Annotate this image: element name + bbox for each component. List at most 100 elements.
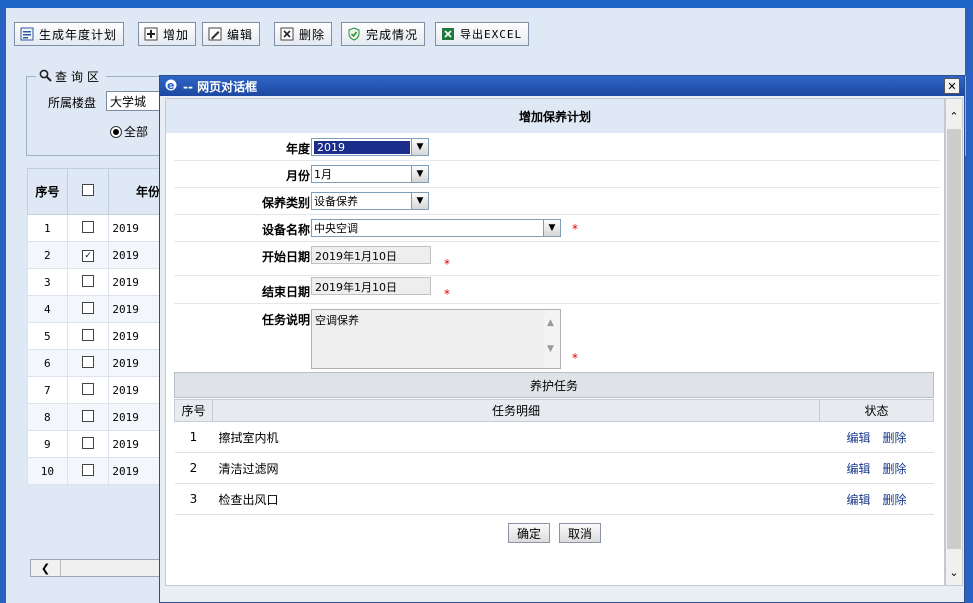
- scroll-thumb[interactable]: [947, 129, 961, 549]
- row-checkbox[interactable]: [82, 409, 94, 422]
- table-row[interactable]: 4 2019: [27, 295, 167, 323]
- start-date-input[interactable]: 2019年1月10日: [311, 246, 431, 264]
- category-select[interactable]: 设备保养 ▼: [311, 192, 429, 210]
- generate-annual-plan-button[interactable]: 生成年度计划: [14, 22, 125, 46]
- table-row[interactable]: 5 2019: [27, 322, 167, 350]
- row-checkbox-cell[interactable]: [66, 214, 110, 242]
- confirm-button[interactable]: 确定: [508, 523, 551, 543]
- building-label: 所属楼盘: [48, 96, 97, 110]
- row-device: 设备名称 中央空调 ▼ *: [174, 216, 940, 242]
- row-checkbox-cell[interactable]: [66, 376, 110, 404]
- end-date-required-mark: *: [444, 287, 450, 301]
- row-checkbox-cell[interactable]: [66, 268, 110, 296]
- search-icon: [39, 69, 52, 85]
- row-checkbox-cell[interactable]: [66, 403, 110, 431]
- dialog-title: -- 网页对话框: [183, 79, 258, 94]
- plan-table: 序号 年份 1 2019 2 ✓ 2019 3 2019 4 2019 5 2019 6 2019 7 20…: [27, 168, 167, 485]
- row-checkbox[interactable]: [82, 328, 94, 341]
- row-index: 8: [27, 403, 68, 431]
- check-icon: [346, 26, 362, 42]
- table-row[interactable]: 8 2019: [27, 403, 167, 431]
- table-row[interactable]: 1 2019: [27, 214, 167, 242]
- task-delete-link[interactable]: 删除: [883, 431, 907, 445]
- chevron-down-icon: ▼: [411, 166, 428, 182]
- row-checkbox[interactable]: [82, 301, 94, 314]
- row-checkbox-cell[interactable]: [66, 349, 110, 377]
- row-index: 7: [27, 376, 68, 404]
- delete-icon: [279, 26, 295, 42]
- chevron-down-icon[interactable]: ⌄: [946, 563, 962, 581]
- close-icon[interactable]: ✕: [944, 78, 960, 94]
- chevron-down-icon: ▼: [411, 139, 428, 155]
- row-checkbox-cell[interactable]: [66, 295, 110, 323]
- month-select[interactable]: 1月 ▼: [311, 165, 429, 183]
- dialog-vertical-scrollbar[interactable]: ⌃ ⌄: [945, 98, 963, 586]
- task-edit-link[interactable]: 编辑: [847, 462, 871, 476]
- chevron-up-icon: ▲: [547, 318, 554, 328]
- table-row[interactable]: 9 2019: [27, 430, 167, 458]
- svg-text:e: e: [167, 79, 174, 92]
- chevron-down-icon: ▼: [547, 344, 554, 354]
- radio-all-label: 全部: [124, 125, 149, 139]
- end-date-label: 结束日期: [261, 285, 310, 299]
- task-row: 3 检查出风口 编辑 删除: [174, 483, 934, 515]
- row-checkbox-cell[interactable]: [66, 457, 110, 485]
- row-checkbox-cell[interactable]: [66, 322, 110, 350]
- table-row[interactable]: 3 2019: [27, 268, 167, 296]
- table-row[interactable]: 2 ✓ 2019: [27, 241, 167, 269]
- radio-all[interactable]: 全部: [110, 123, 148, 140]
- task-edit-link[interactable]: 编辑: [847, 431, 871, 445]
- row-checkbox[interactable]: ✓: [82, 250, 94, 262]
- edit-button[interactable]: 编辑: [202, 22, 261, 46]
- row-category: 保养类别 设备保养 ▼: [174, 189, 940, 215]
- edit-label: 编辑: [227, 27, 254, 42]
- category-value: 设备保养: [314, 195, 358, 208]
- plan-icon: [19, 26, 35, 42]
- row-checkbox[interactable]: [82, 355, 94, 368]
- table-horizontal-scrollbar[interactable]: ❮: [30, 559, 170, 577]
- textarea-scrollbar[interactable]: ▲ ▼: [544, 310, 560, 368]
- task-row: 1 擦拭室内机 编辑 删除: [174, 421, 934, 453]
- row-index: 9: [27, 430, 68, 458]
- row-index: 2: [27, 241, 68, 269]
- row-end-date: 结束日期 2019年1月10日 *: [174, 277, 940, 304]
- table-row[interactable]: 10 2019: [27, 457, 167, 485]
- description-value: 空调保养: [315, 314, 359, 327]
- task-actions: 编辑 删除: [819, 421, 934, 453]
- row-year: 2019: [108, 403, 167, 431]
- delete-button[interactable]: 删除: [274, 22, 333, 46]
- row-checkbox[interactable]: [82, 382, 94, 395]
- row-year: 2019: [108, 322, 167, 350]
- row-checkbox[interactable]: [82, 274, 94, 287]
- export-excel-button[interactable]: 导出EXCEL: [435, 22, 530, 46]
- task-delete-link[interactable]: 删除: [883, 462, 907, 476]
- description-label: 任务说明: [261, 313, 310, 327]
- task-delete-link[interactable]: 删除: [883, 493, 907, 507]
- task-index: 3: [174, 483, 213, 515]
- row-checkbox[interactable]: [82, 220, 94, 233]
- row-checkbox-cell[interactable]: ✓: [66, 241, 110, 269]
- table-row[interactable]: 6 2019: [27, 349, 167, 377]
- device-select[interactable]: 中央空调 ▼: [311, 219, 561, 237]
- scroll-left-icon[interactable]: ❮: [31, 560, 61, 576]
- task-header-status: 状态: [819, 399, 934, 422]
- row-checkbox-cell[interactable]: [66, 430, 110, 458]
- task-edit-link[interactable]: 编辑: [847, 493, 871, 507]
- header-index: 序号: [27, 168, 68, 215]
- end-date-input[interactable]: 2019年1月10日: [311, 277, 431, 295]
- table-row[interactable]: 7 2019: [27, 376, 167, 404]
- header-select-all[interactable]: [66, 168, 110, 215]
- chevron-up-icon[interactable]: ⌃: [946, 107, 962, 125]
- row-checkbox[interactable]: [82, 436, 94, 449]
- add-button[interactable]: 增加: [138, 22, 197, 46]
- completion-status-button[interactable]: 完成情况: [341, 22, 426, 46]
- select-all-checkbox[interactable]: [82, 184, 94, 196]
- cancel-button[interactable]: 取消: [559, 523, 602, 543]
- description-textarea[interactable]: 空调保养 ▲ ▼: [311, 309, 561, 369]
- year-select[interactable]: 2019 ▼: [311, 138, 429, 156]
- row-checkbox[interactable]: [82, 463, 94, 476]
- building-input[interactable]: 大学城: [106, 91, 164, 111]
- chevron-down-icon: ▼: [543, 220, 560, 236]
- task-index: 2: [174, 452, 213, 484]
- row-start-date: 开始日期 2019年1月10日 *: [174, 243, 940, 276]
